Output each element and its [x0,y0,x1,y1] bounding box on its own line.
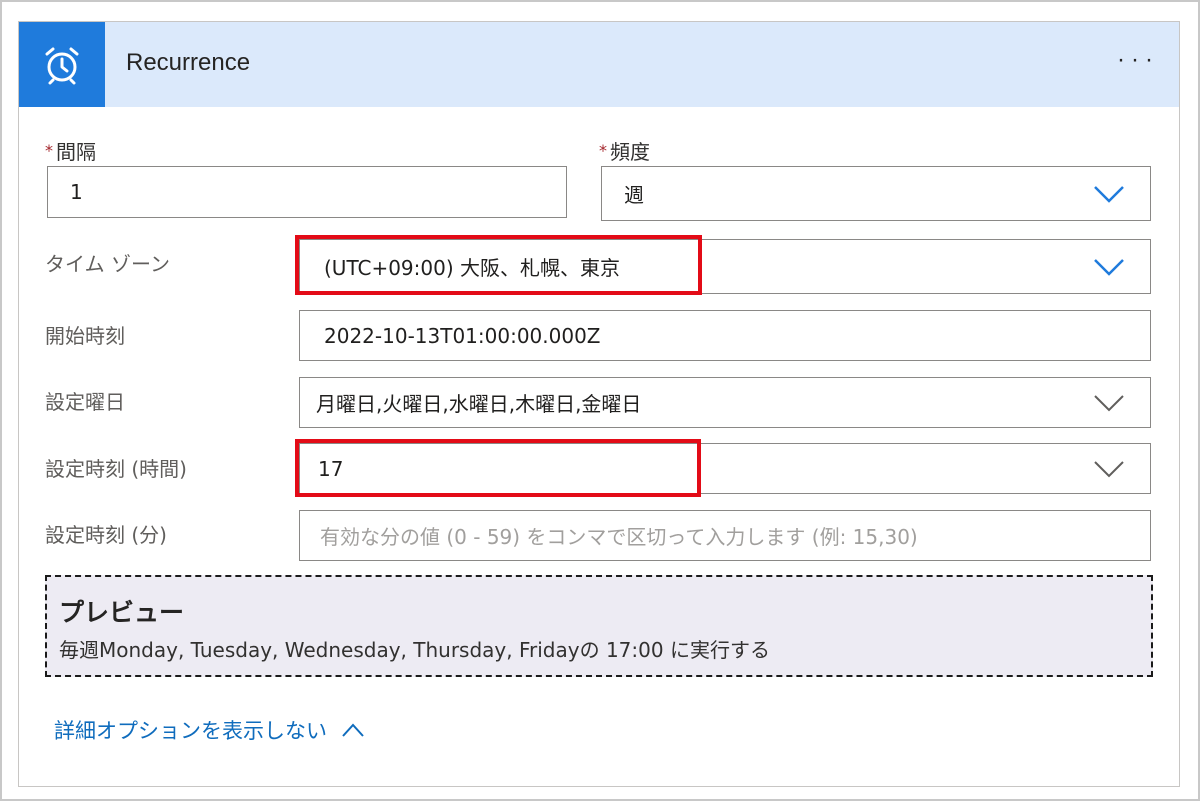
frequency-dropdown[interactable]: 週 [601,166,1151,221]
chevron-down-icon [1094,394,1124,411]
timezone-value: (UTC+09:00) 大阪、札幌、東京 [324,256,621,280]
weekdays-dropdown[interactable]: 月曜日,火曜日,水曜日,木曜日,金曜日 [299,377,1151,428]
timezone-dropdown[interactable]: (UTC+09:00) 大阪、札幌、東京 [299,239,1151,294]
minutes-placeholder: 有効な分の値 (0 - 59) をコンマで区切って入力します (例: 15,30… [320,525,918,549]
hours-dropdown[interactable]: 17 [299,443,1151,494]
start-time-label: 開始時刻 [45,324,125,348]
chevron-up-icon [342,723,364,737]
chevron-down-icon [1094,460,1124,477]
frequency-label-text: 頻度 [610,140,650,164]
advanced-options-link-text: 詳細オプションを表示しない [54,719,327,743]
minutes-input[interactable]: 有効な分の値 (0 - 59) をコンマで区切って入力します (例: 15,30… [299,510,1151,561]
preview-title: プレビュー [59,598,185,627]
hours-label: 設定時刻 (時間) [45,457,187,481]
chevron-down-icon [1094,258,1124,276]
chevron-down-icon [1094,185,1124,203]
minutes-label: 設定時刻 (分) [45,523,167,547]
trigger-icon-box [19,22,105,107]
more-options-button[interactable]: ··· [1117,46,1159,74]
hours-value: 17 [318,456,344,481]
frequency-label: * 頻度 [599,136,650,165]
start-time-input[interactable]: 2022-10-13T01:00:00.000Z [299,310,1151,361]
preview-panel: プレビュー 毎週Monday, Tuesday, Wednesday, Thur… [45,575,1153,677]
required-mark: * [599,141,607,160]
interval-label: * 間隔 [45,136,96,165]
required-mark: * [45,141,53,160]
weekdays-label: 設定曜日 [45,390,125,414]
interval-label-text: 間隔 [56,140,96,164]
frequency-value: 週 [624,183,644,207]
interval-value: 1 [70,180,83,204]
card-title: Recurrence [126,49,251,76]
alarm-clock-icon [45,47,79,84]
hide-advanced-options-link[interactable]: 詳細オプションを表示しない [54,715,365,745]
recurrence-card: Recurrence ··· * 間隔 1 * 頻度 週 タイム ゾーン (UTC+… [18,21,1180,787]
preview-text: 毎週Monday, Tuesday, Wednesday, Thursday, … [59,638,770,662]
start-time-value: 2022-10-13T01:00:00.000Z [324,323,601,348]
weekdays-value: 月曜日,火曜日,水曜日,木曜日,金曜日 [316,392,642,416]
card-header[interactable]: Recurrence ··· [19,22,1179,107]
screenshot-frame: Recurrence ··· * 間隔 1 * 頻度 週 タイム ゾーン (UTC+… [0,0,1200,801]
interval-input[interactable]: 1 [47,166,567,218]
timezone-label: タイム ゾーン [45,252,170,276]
